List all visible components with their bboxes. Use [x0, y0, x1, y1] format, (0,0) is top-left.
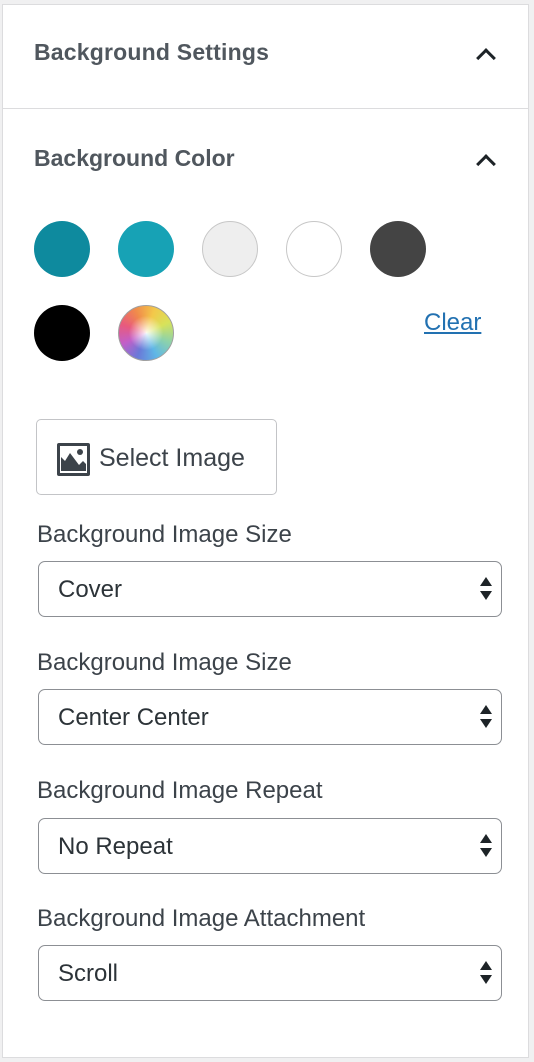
- chevron-up-icon[interactable]: [476, 48, 496, 68]
- image-position-select[interactable]: Center Center: [38, 689, 502, 745]
- clear-color-link[interactable]: Clear: [424, 309, 481, 337]
- image-repeat-select[interactable]: No Repeat: [38, 818, 502, 874]
- color-swatch-dark-teal[interactable]: [34, 221, 90, 277]
- color-swatch-teal[interactable]: [118, 221, 174, 277]
- image-attachment-label: Background Image Attachment: [37, 905, 366, 932]
- image-repeat-value: No Repeat: [58, 833, 173, 860]
- select-arrows-icon: [480, 834, 492, 860]
- image-repeat-label: Background Image Repeat: [37, 777, 323, 804]
- image-size-label: Background Image Size: [37, 521, 292, 548]
- section-title: Background Settings: [34, 39, 270, 65]
- background-settings-panel: Background Settings Background Color Cle…: [2, 4, 529, 1058]
- chevron-up-icon[interactable]: [476, 154, 496, 174]
- color-swatch-dark-gray[interactable]: [370, 221, 426, 277]
- image-attachment-select[interactable]: Scroll: [38, 945, 502, 1001]
- background-settings-header[interactable]: Background Settings: [3, 5, 528, 109]
- image-size-value: Cover: [58, 576, 123, 603]
- image-icon: [57, 443, 90, 481]
- image-attachment-value: Scroll: [58, 960, 119, 987]
- select-arrows-icon: [480, 961, 492, 987]
- select-arrows-icon: [480, 705, 492, 731]
- image-position-value: Center Center: [58, 704, 209, 731]
- image-size-select[interactable]: Cover: [38, 561, 502, 617]
- color-swatch-white[interactable]: [286, 221, 342, 277]
- color-swatch-light-gray[interactable]: [202, 221, 258, 277]
- image-position-label: Background Image Size: [37, 649, 292, 676]
- custom-color-picker-swatch[interactable]: [118, 305, 174, 361]
- background-color-title: Background Color: [34, 145, 235, 171]
- select-image-button[interactable]: Select Image: [36, 419, 277, 495]
- select-arrows-icon: [480, 577, 492, 603]
- color-swatch-black[interactable]: [34, 305, 90, 361]
- select-image-label: Select Image: [99, 444, 245, 472]
